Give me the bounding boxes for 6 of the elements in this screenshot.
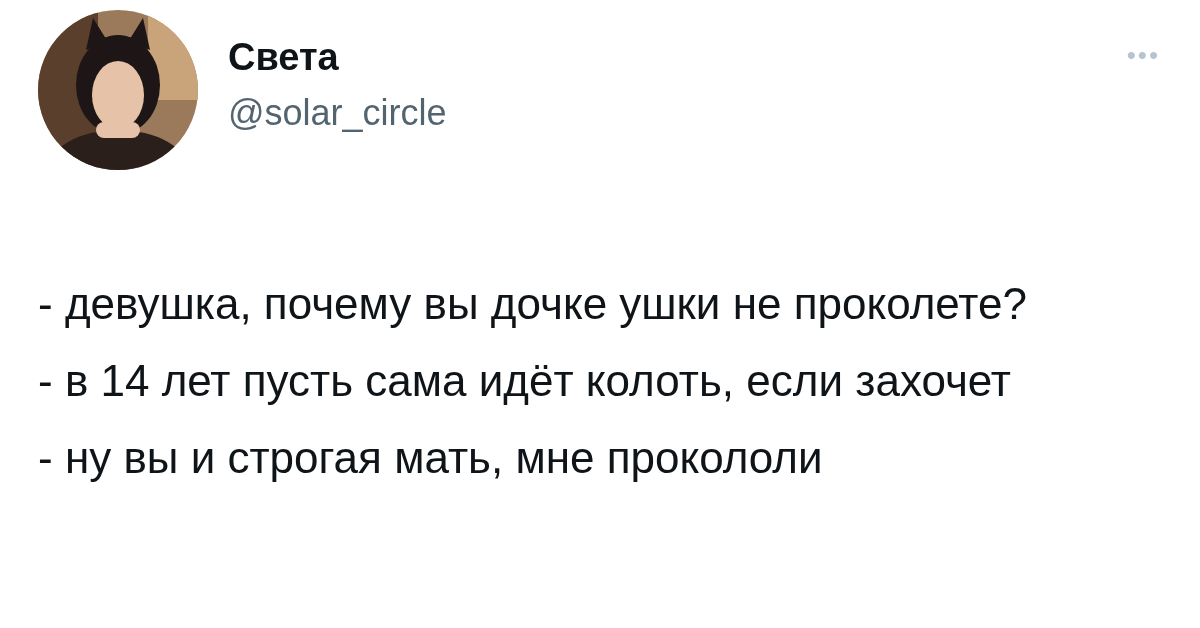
tweet-text-line: - ну вы и строгая мать, мне прокололи (38, 432, 824, 484)
author-name: Света (228, 35, 340, 80)
tweet-text-line: - девушка, почему вы дочке ушки не проколете? (38, 278, 1028, 330)
more-options-button[interactable]: ••• (1126, 40, 1160, 71)
author-handle: @solar_circle (228, 91, 448, 135)
tweet-text-line: - в 14 лет пусть сама идёт колоть, если захочет (38, 355, 1012, 407)
